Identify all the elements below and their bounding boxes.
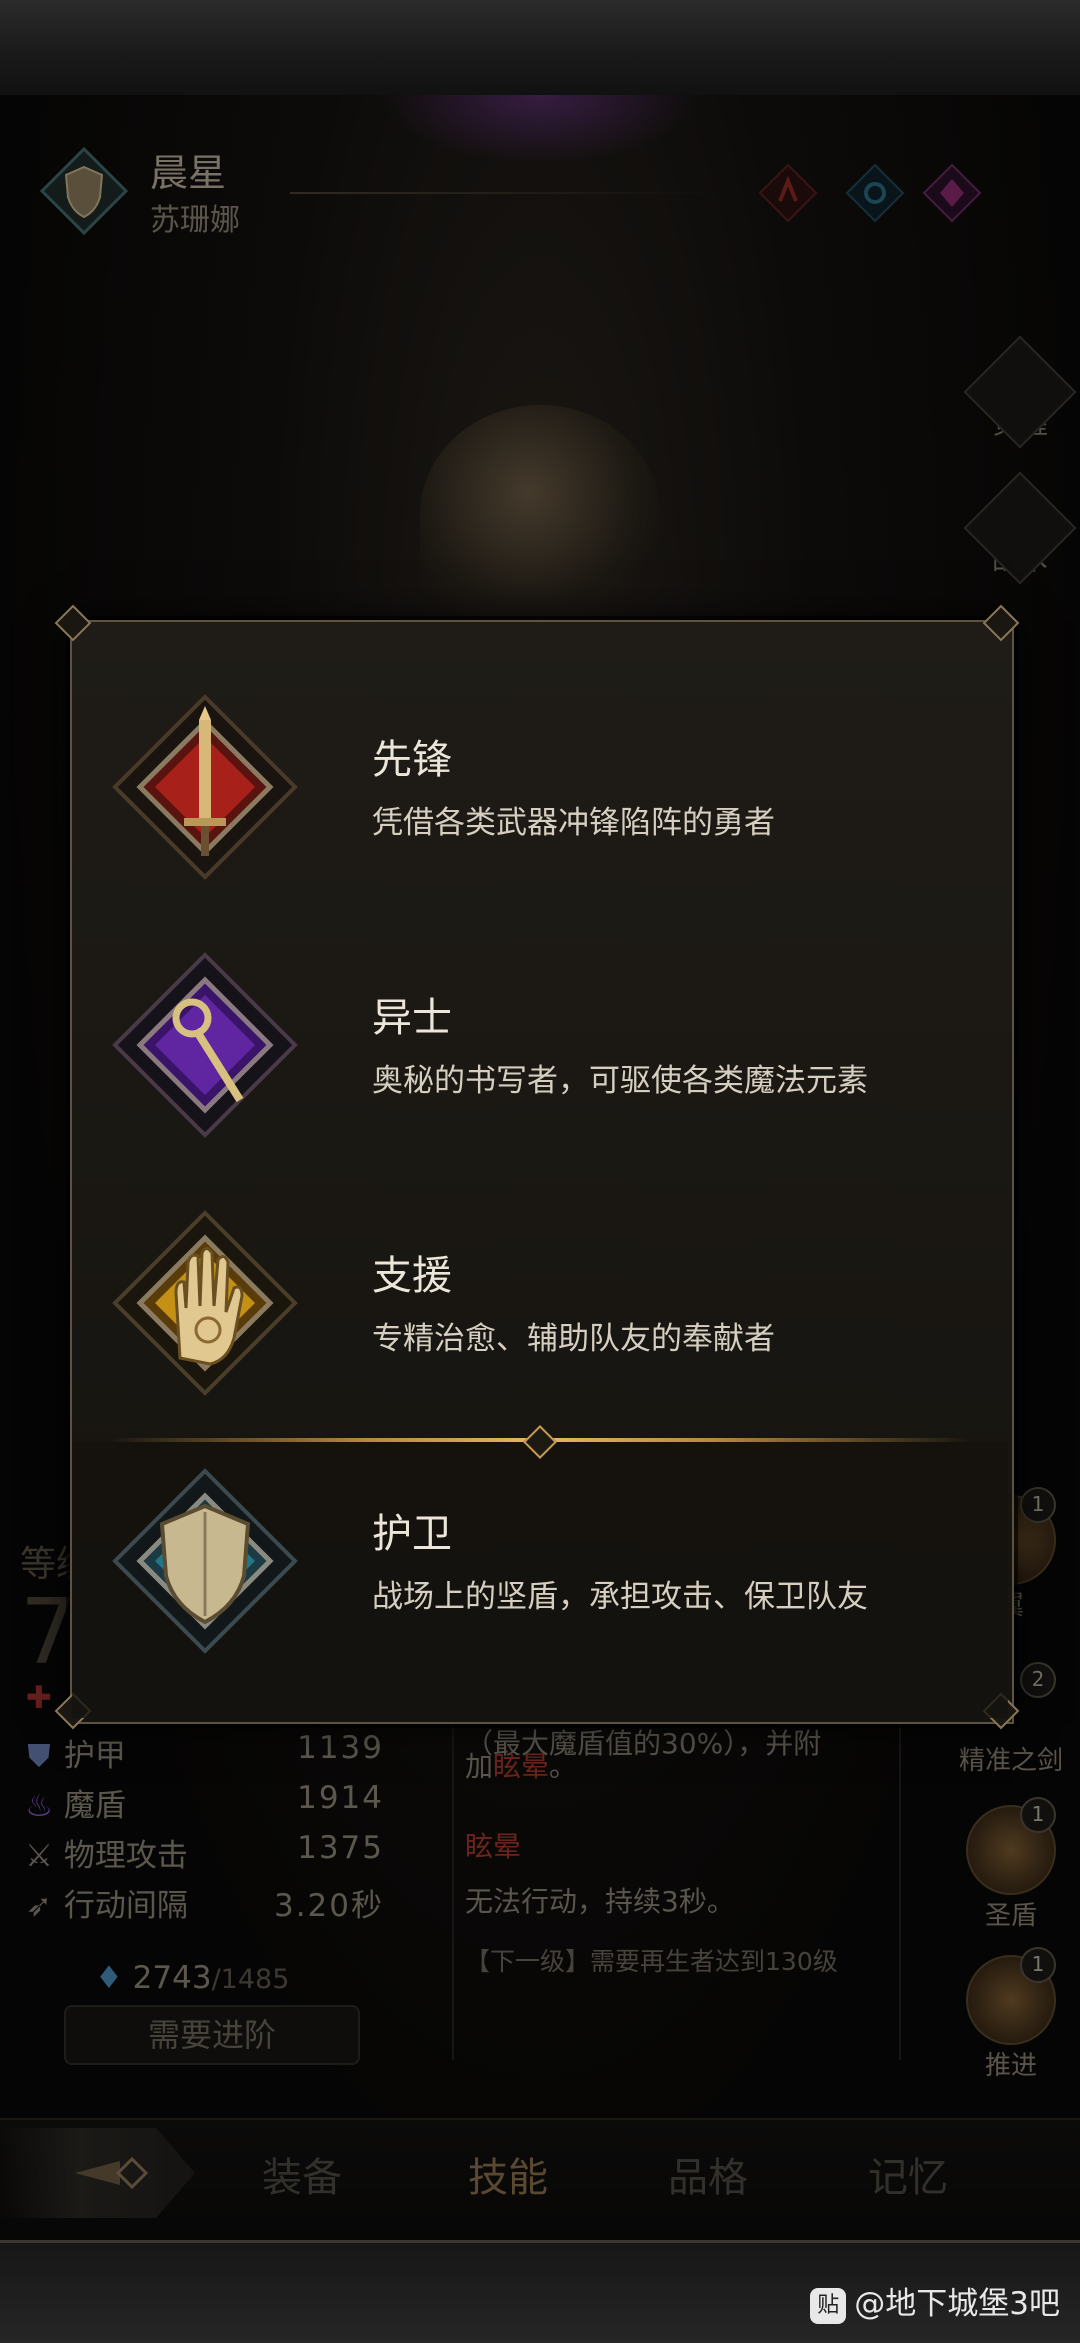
- class-option-guardian[interactable]: 护卫 战场上的坚盾，承担攻击、保卫队友: [90, 1446, 990, 1676]
- option-description: 专精治愈、辅助队友的奉献者: [372, 1321, 775, 1357]
- top-frame: [0, 0, 1080, 98]
- tieba-logo: 贴: [810, 2287, 847, 2324]
- shield-crest-icon: [112, 1468, 298, 1654]
- option-description: 奥秘的书写者，可驱使各类魔法元素: [372, 1063, 868, 1099]
- class-option-support[interactable]: 支援 专精治愈、辅助队友的奉献者: [90, 1188, 990, 1418]
- staff-crest-icon: [112, 952, 298, 1138]
- option-title: 异士: [372, 995, 452, 1041]
- hand-crest-icon: [112, 1210, 298, 1396]
- option-description: 凭借各类武器冲锋陷阵的勇者: [372, 805, 775, 841]
- class-option-vanguard[interactable]: 先锋 凭借各类武器冲锋陷阵的勇者: [90, 672, 990, 902]
- option-title: 护卫: [372, 1511, 452, 1557]
- option-title: 先锋: [372, 737, 452, 783]
- option-description: 战场上的坚盾，承担攻击、保卫队友: [372, 1579, 868, 1615]
- watermark: 贴 @地下城堡3吧: [810, 2278, 1060, 2324]
- sword-crest-icon: [112, 694, 298, 880]
- class-option-mystic[interactable]: 异士 奥秘的书写者，可驱使各类魔法元素: [90, 930, 990, 1160]
- watermark-text: @地下城堡3吧: [854, 2286, 1060, 2322]
- option-title: 支援: [372, 1253, 452, 1299]
